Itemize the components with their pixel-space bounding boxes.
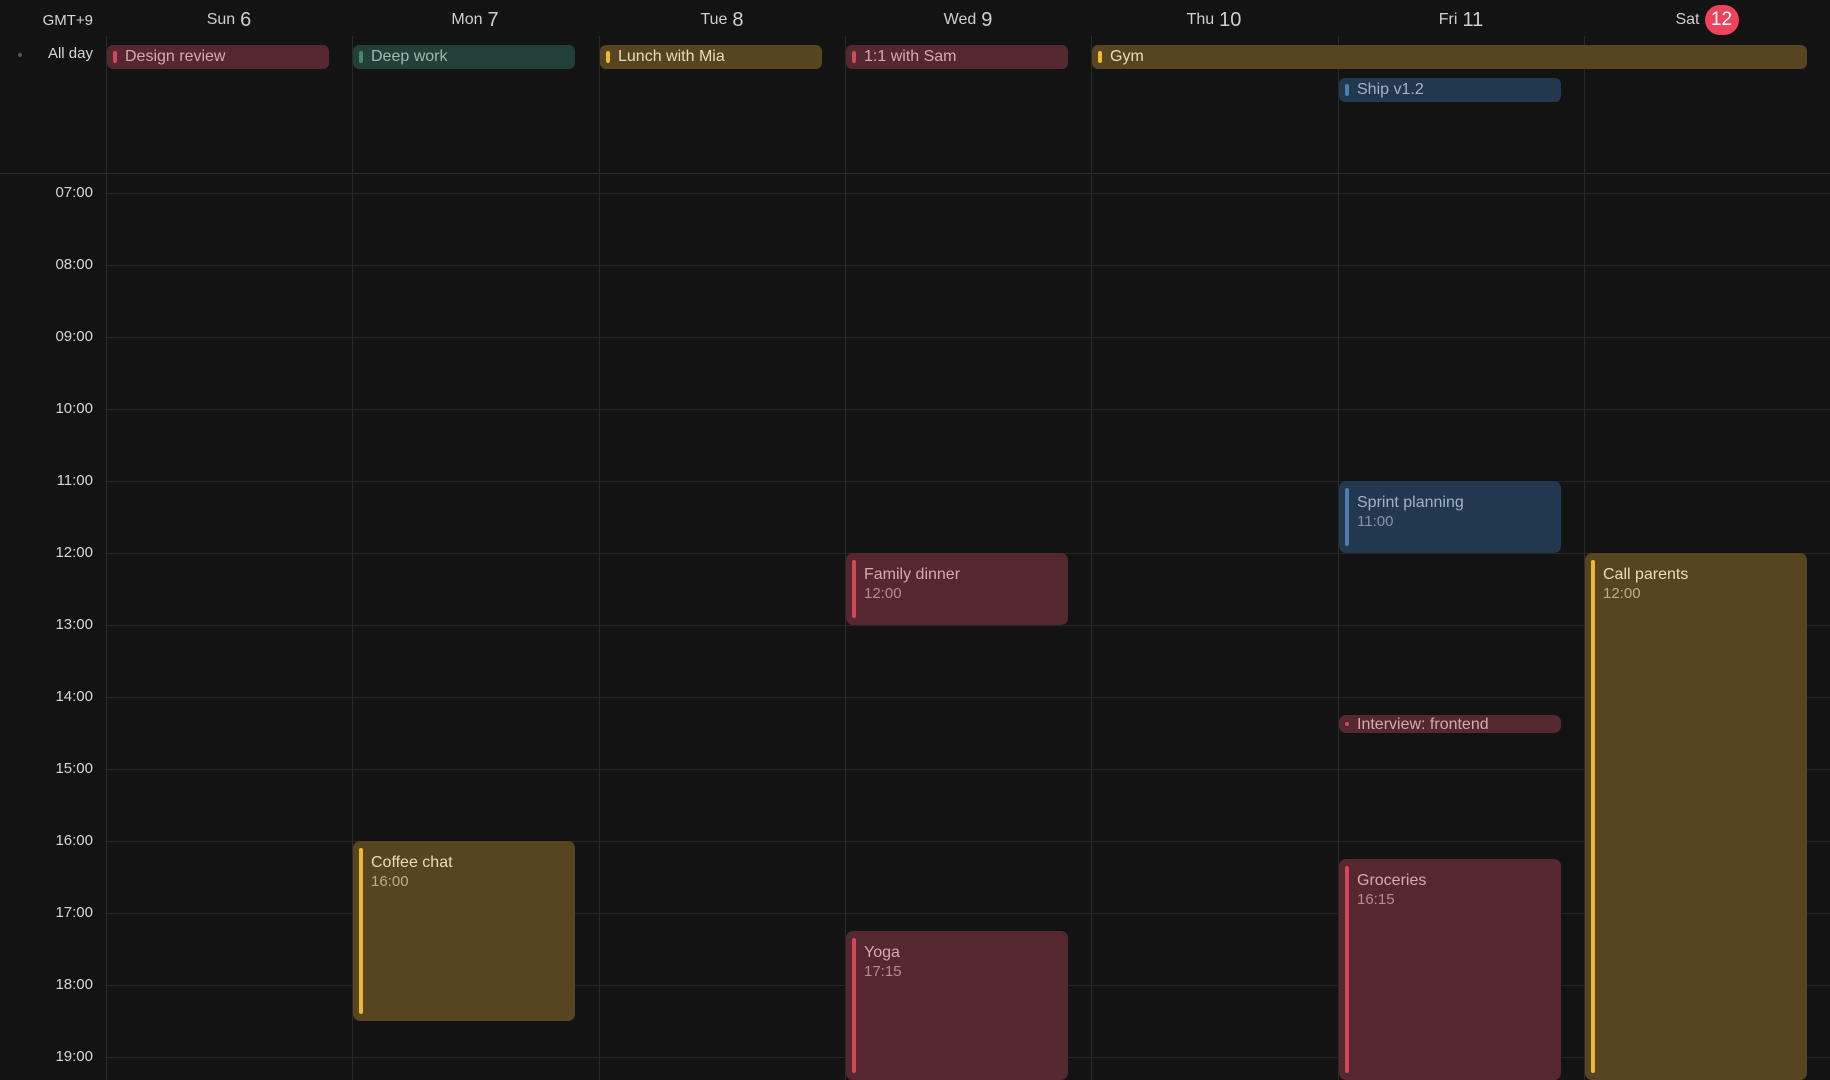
allday-event[interactable]: Deep work [353,45,575,69]
hour-gridline [105,481,1830,482]
allday-event[interactable]: Gym [1092,45,1807,69]
calendar-event[interactable]: Coffee chat 16:00 [353,841,575,1021]
calendar-event[interactable]: Interview: frontend [1339,715,1561,733]
hour-label: 07:00 [55,184,93,201]
day-name: Thu [1186,11,1215,28]
day-name: Fri [1438,11,1458,28]
event-time: 17:15 [864,963,902,980]
event-title: Coffee chat [371,854,453,871]
allday-event[interactable]: Design review [107,45,329,69]
allday-event[interactable]: Ship v1.2 [1339,78,1561,102]
timezone-label: GMT+9 [42,12,93,29]
hour-gridline [105,769,1830,770]
day-header-fri[interactable]: Fri 11 [1338,4,1584,36]
event-title: Interview: frontend [1357,716,1489,733]
hour-gridline [105,625,1830,626]
hour-gridline [105,265,1830,266]
event-time: 11:00 [1357,513,1394,530]
day-name: Tue [700,11,728,28]
event-time: 12:00 [864,585,902,602]
day-header-tue[interactable]: Tue 8 [599,4,845,36]
hour-label: 16:00 [55,832,93,849]
calendar-event[interactable]: Sprint planning 11:00 [1339,481,1561,553]
day-date: 11 [1462,8,1484,31]
day-name: Wed [943,11,977,28]
hour-label: 11:00 [56,472,93,489]
event-time: 16:00 [371,873,409,890]
day-date: 10 [1219,8,1242,31]
hour-label: 13:00 [55,616,93,633]
day-name: Mon [451,11,483,28]
calendar-event[interactable]: Groceries 16:15 [1339,859,1561,1080]
hour-label: 12:00 [55,544,93,561]
today-date-badge: 12 [1704,5,1739,35]
allday-separator [0,173,1830,174]
day-name: Sat [1675,11,1700,28]
week-calendar: GMT+9 All day Sun 6 Mon 7 Tue 8 Wed 9 Thu 10 Fri 11… [0,0,1830,1080]
day-header-sun[interactable]: Sun 6 [106,4,352,36]
day-header-wed[interactable]: Wed 9 [845,4,1091,36]
event-title: Groceries [1357,872,1427,889]
event-title: Sprint planning [1357,494,1464,511]
hour-gridline [105,409,1830,410]
hour-gridline [105,193,1830,194]
hour-gridline [105,697,1830,698]
calendar-event[interactable]: Call parents 12:00 [1585,553,1807,1080]
hour-gridline [105,337,1830,338]
event-title: Yoga [864,944,900,961]
hour-label: 14:00 [55,688,93,705]
day-date: 6 [240,8,252,31]
day-date: 9 [981,8,993,31]
day-header-mon[interactable]: Mon 7 [352,4,598,36]
event-time: 16:15 [1357,891,1395,908]
hour-label: 09:00 [55,328,93,345]
day-date: 7 [487,8,499,31]
day-header-thu[interactable]: Thu 10 [1091,4,1337,36]
hour-label: 17:00 [55,904,93,921]
calendar-event[interactable]: Yoga 17:15 [846,931,1068,1080]
allday-event[interactable]: 1:1 with Sam [846,45,1068,69]
calendar-event[interactable]: Family dinner 12:00 [846,553,1068,625]
hour-label: 19:00 [55,1048,93,1065]
event-title: Call parents [1603,566,1689,583]
event-time: 12:00 [1603,585,1641,602]
allday-label: All day [47,45,93,62]
hour-label: 08:00 [55,256,93,273]
hour-label: 15:00 [55,760,93,777]
day-name: Sun [206,11,236,28]
allday-event[interactable]: Lunch with Mia [600,45,822,69]
day-date: 8 [732,8,744,31]
hour-label: 10:00 [55,400,93,417]
day-header-sat[interactable]: Sat 12 [1584,4,1830,36]
hour-label: 18:00 [55,976,93,993]
event-title: Family dinner [864,566,961,583]
